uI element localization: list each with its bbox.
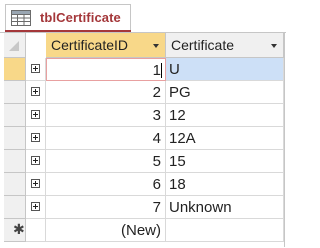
subdatasheet-expander[interactable] [26, 81, 46, 104]
select-all-corner[interactable] [4, 33, 26, 58]
subdatasheet-expander[interactable] [26, 196, 46, 219]
cell-certificate[interactable]: 18 [166, 173, 284, 196]
expand-plus-icon [31, 202, 40, 211]
cell-certificateid[interactable]: 1 [46, 58, 166, 81]
subdatasheet-expander [26, 219, 46, 242]
text-cursor [161, 63, 162, 78]
select-all-icon [9, 41, 19, 51]
cell-certificateid[interactable]: 6 [46, 173, 166, 196]
cell-certificateid[interactable]: 2 [46, 81, 166, 104]
record-selector[interactable] [4, 196, 26, 219]
cell-certificate[interactable]: 12 [166, 104, 284, 127]
record-selector[interactable] [4, 173, 26, 196]
table-row[interactable]: 1 U [0, 58, 286, 81]
grid-right-border [284, 33, 285, 247]
column-header-label: CertificateID [51, 37, 129, 53]
cell-certificate[interactable]: 15 [166, 150, 284, 173]
header-row: CertificateID Certificate [0, 33, 286, 58]
dropdown-arrow-icon[interactable] [153, 44, 159, 48]
table-row[interactable]: 3 12 [0, 104, 286, 127]
cell-certificate[interactable]: U [166, 58, 284, 81]
new-record-row[interactable]: ✱ (New) [0, 219, 286, 242]
cell-certificate-new[interactable] [166, 219, 284, 242]
expand-plus-icon [31, 87, 40, 96]
subdatasheet-expander[interactable] [26, 127, 46, 150]
expand-plus-icon [31, 110, 40, 119]
tab-title: tblCertificate [40, 10, 121, 25]
table-row[interactable]: 7 Unknown [0, 196, 286, 219]
cell-certificateid-new[interactable]: (New) [46, 219, 166, 242]
new-record-icon: ✱ [13, 221, 25, 237]
record-selector[interactable] [4, 104, 26, 127]
table-row[interactable]: 5 15 [0, 150, 286, 173]
subdatasheet-expander[interactable] [26, 58, 46, 81]
record-selector[interactable] [4, 58, 26, 81]
dropdown-arrow-icon[interactable] [271, 44, 277, 48]
subdatasheet-expander[interactable] [26, 104, 46, 127]
cell-certificate[interactable]: Unknown [166, 196, 284, 219]
cell-certificate[interactable]: PG [166, 81, 284, 104]
subdatasheet-expander[interactable] [26, 173, 46, 196]
tab-tblcertificate[interactable]: tblCertificate [5, 4, 131, 31]
column-header-certificateid[interactable]: CertificateID [46, 33, 166, 58]
cell-certificateid[interactable]: 3 [46, 104, 166, 127]
record-selector[interactable] [4, 127, 26, 150]
record-selector[interactable] [4, 81, 26, 104]
table-row[interactable]: 4 12A [0, 127, 286, 150]
expand-plus-icon [31, 156, 40, 165]
new-record-selector[interactable]: ✱ [4, 219, 26, 242]
column-header-label: Certificate [171, 37, 235, 53]
table-row[interactable]: 6 18 [0, 173, 286, 196]
table-icon [11, 10, 31, 26]
record-selector[interactable] [4, 150, 26, 173]
expand-plus-icon [31, 179, 40, 188]
cell-certificateid[interactable]: 5 [46, 150, 166, 173]
cell-certificateid[interactable]: 7 [46, 196, 166, 219]
expand-plus-icon [31, 133, 40, 142]
object-tab-bar: tblCertificate [0, 0, 286, 33]
cell-certificateid[interactable]: 4 [46, 127, 166, 150]
expand-plus-icon [31, 64, 40, 73]
column-header-certificate[interactable]: Certificate [166, 33, 284, 58]
table-row[interactable]: 2 PG [0, 81, 286, 104]
cell-certificate[interactable]: 12A [166, 127, 284, 150]
subdatasheet-expander[interactable] [26, 150, 46, 173]
